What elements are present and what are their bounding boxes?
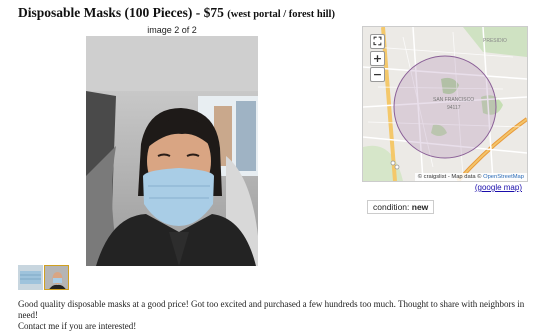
posting-title-text: Disposable Masks (100 Pieces) - $75 bbox=[18, 5, 224, 20]
posting-location: (west portal / forest hill) bbox=[227, 9, 335, 20]
fullscreen-button[interactable]: ⛶ bbox=[370, 34, 385, 49]
main-photo[interactable] bbox=[86, 36, 258, 266]
thumbnail-1-masks[interactable] bbox=[18, 265, 43, 290]
svg-text:94117: 94117 bbox=[447, 105, 461, 111]
svg-text:PRESIDIO: PRESIDIO bbox=[483, 38, 507, 44]
condition-label: condition: bbox=[373, 202, 410, 212]
google-map-link[interactable]: (google map) bbox=[475, 183, 522, 192]
zoom-in-button[interactable]: + bbox=[370, 51, 385, 66]
map-tiles: PRESIDIO SAN FRANCISCO 94117 bbox=[363, 27, 527, 181]
openstreetmap-link[interactable]: OpenStreetMap bbox=[483, 174, 524, 180]
posting-title: Disposable Masks (100 Pieces) - $75 (wes… bbox=[18, 5, 335, 21]
location-map[interactable]: PRESIDIO SAN FRANCISCO 94117 ⛶ + − © cra… bbox=[362, 26, 528, 182]
posting-body-line-1: Good quality disposable masks at a good … bbox=[18, 299, 525, 320]
map-attribution: © craigslist - Map data © OpenStreetMap bbox=[414, 173, 527, 181]
svg-text:SAN FRANCISCO: SAN FRANCISCO bbox=[433, 97, 474, 103]
thumbnail-masks-image bbox=[18, 265, 43, 290]
selfie-image bbox=[86, 36, 258, 266]
zoom-out-button[interactable]: − bbox=[370, 67, 385, 82]
image-counter: image 2 of 2 bbox=[147, 25, 197, 35]
map-attribution-text: © craigslist - Map data © bbox=[417, 174, 482, 180]
posting-body: Good quality disposable masks at a good … bbox=[18, 299, 538, 332]
posting-body-line-2: Contact me if you are interested! bbox=[18, 321, 137, 331]
thumbnail-2-selfie[interactable] bbox=[44, 265, 69, 290]
condition-attribute: condition: new bbox=[367, 200, 435, 214]
condition-value: new bbox=[411, 202, 429, 212]
thumbnail-selfie-image bbox=[45, 266, 68, 289]
